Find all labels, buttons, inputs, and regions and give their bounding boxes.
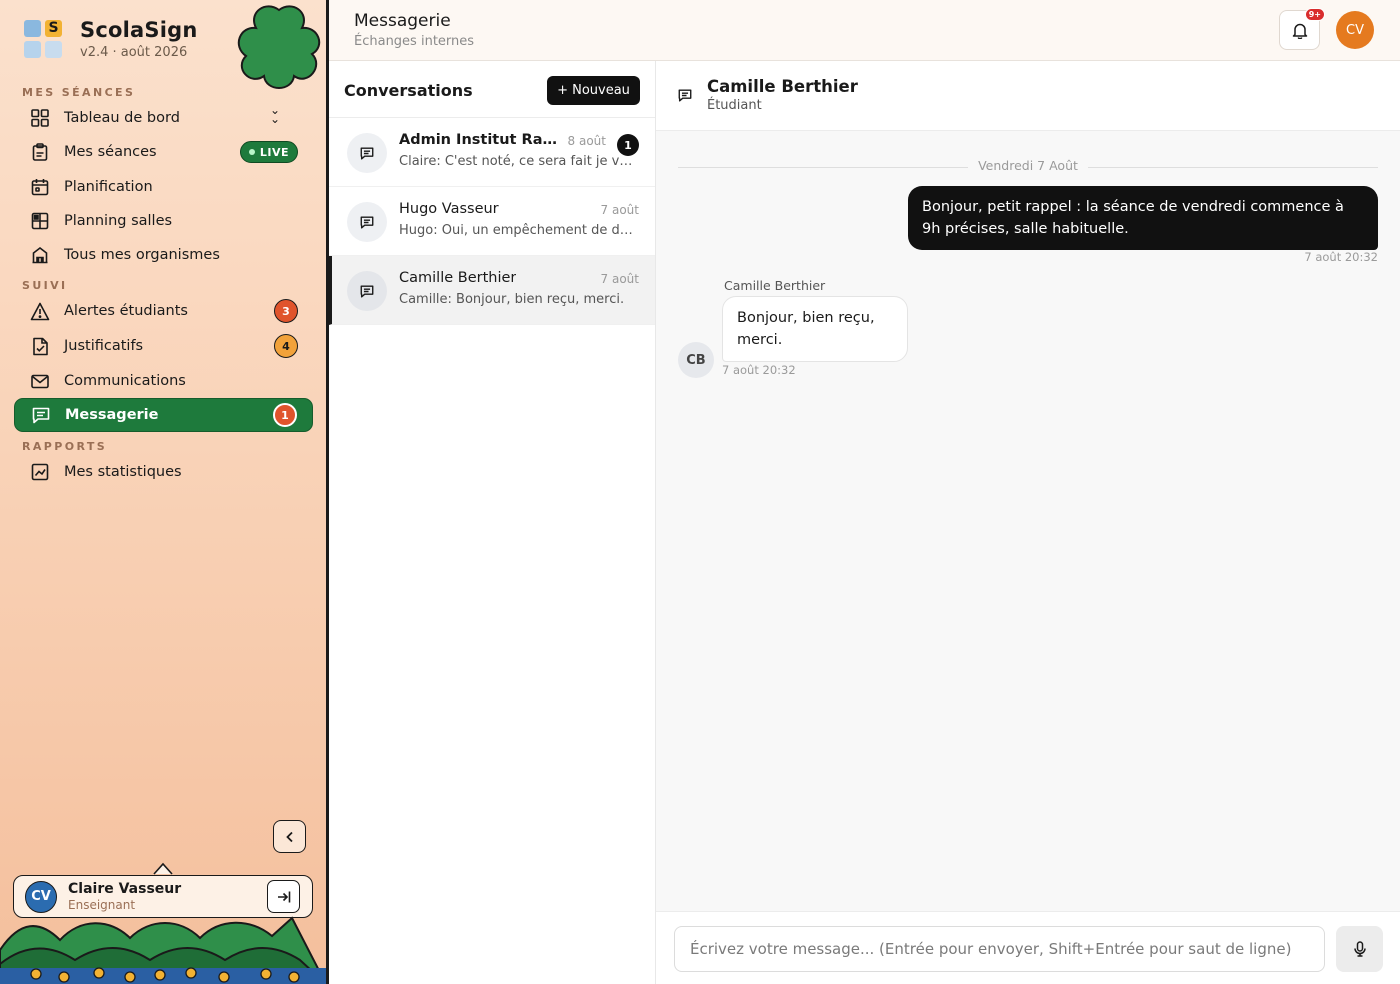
section-label-seances: MES SÉANCES: [22, 86, 136, 99]
alert-triangle-icon: [30, 301, 50, 321]
message-time: 7 août 20:32: [1304, 250, 1378, 264]
messagerie-count-badge: 1: [273, 403, 297, 427]
sidebar-item-communications[interactable]: Communications: [14, 364, 313, 398]
sidebar-item-tous-mes-organismes[interactable]: Tous mes organismes: [14, 238, 313, 272]
mail-icon: [30, 371, 50, 391]
table-grid-icon: [30, 211, 50, 231]
sidebar-item-justificatifs[interactable]: Justificatifs 4: [14, 329, 313, 363]
avatar: CB: [678, 342, 714, 378]
conversations-header: Conversations + Nouveau: [329, 61, 655, 118]
caret-up-icon: [153, 862, 173, 875]
page-subtitle: Échanges internes: [354, 34, 475, 49]
page-title: Messagerie: [354, 11, 451, 31]
logo: S: [24, 20, 64, 60]
conversation-preview: Camille: Bonjour, bien reçu, merci.: [399, 292, 625, 307]
message-composer: [656, 911, 1400, 984]
conversation-date: 7 août: [600, 203, 639, 217]
voice-record-button[interactable]: [1336, 926, 1383, 972]
sidebar-item-mes-seances[interactable]: Mes séances LIVE: [14, 135, 313, 169]
sidebar-item-label: Planning salles: [64, 213, 173, 229]
message-icon: [347, 271, 387, 311]
file-check-icon: [30, 336, 50, 356]
conversations-pane: Conversations + Nouveau Admin Institut R…: [329, 61, 656, 984]
chat-contact-name: Camille Berthier: [707, 77, 858, 96]
brand-version: v2.4 · août 2026: [80, 45, 188, 60]
message-bubble-outgoing: Bonjour, petit rappel : la séance de ven…: [908, 186, 1378, 250]
sidebar-item-mes-statistiques[interactable]: Mes statistiques: [14, 455, 313, 489]
justificatifs-count-badge: 4: [274, 334, 298, 358]
sidebar-item-planification[interactable]: Planification: [14, 170, 313, 204]
sidebar-item-label: Justificatifs: [64, 338, 144, 354]
live-badge: LIVE: [239, 141, 298, 163]
conversation-name: Admin Institut Ravel de Lyon: [399, 132, 561, 148]
brand[interactable]: S ScolaSign v2.4 · août 2026: [24, 18, 197, 60]
conversation-preview: Claire: C'est noté, ce sera fait je vous…: [399, 154, 639, 169]
new-conversation-button[interactable]: + Nouveau: [547, 76, 640, 105]
clover-decoration-icon: [237, 5, 321, 89]
sidebar-item-label: Planification: [64, 179, 153, 195]
message-icon: [678, 87, 692, 106]
sidebar-item-label: Communications: [64, 373, 186, 389]
section-label-suivi: SUIVI: [22, 279, 68, 292]
chat-header: Camille Berthier Étudiant: [656, 61, 1400, 131]
sidebar-item-label: Mes statistiques: [64, 464, 182, 480]
sidebar-item-label: Mes séances: [64, 144, 157, 160]
message-bubble-incoming: Bonjour, bien reçu, merci.: [722, 296, 908, 362]
chart-icon: [30, 462, 50, 482]
logout-icon: [277, 891, 290, 902]
microphone-icon: [1353, 941, 1366, 957]
clipboard-icon: [30, 142, 50, 162]
conversation-date: 7 août: [600, 272, 639, 286]
unread-count-badge: 1: [617, 134, 639, 156]
logout-button[interactable]: [267, 880, 300, 913]
sidebar-item-alertes-etudiants[interactable]: Alertes étudiants 3: [14, 294, 313, 328]
conversation-item[interactable]: Hugo Vasseur 7 août Hugo: Oui, un empêch…: [329, 187, 655, 256]
message-time: 7 août 20:32: [722, 363, 796, 377]
conversation-name: Hugo Vasseur: [399, 201, 499, 217]
chat-contact-role: Étudiant: [707, 98, 762, 113]
sidebar-item-label: Tableau de bord: [64, 110, 180, 126]
sidebar-item-label: Alertes étudiants: [64, 303, 188, 319]
avatar: CV: [25, 880, 57, 913]
sidebar-item-tableau-de-bord[interactable]: Tableau de bord: [14, 101, 313, 135]
notification-count-badge: 9+: [1304, 8, 1325, 21]
conversation-date: 8 août: [567, 134, 606, 148]
notifications-button[interactable]: 9+: [1279, 8, 1325, 50]
landscape-decoration: [0, 916, 326, 984]
chat-pane: Camille Berthier Étudiant Vendredi 7 Aoû…: [656, 61, 1400, 984]
collapse-sidebar-button[interactable]: [273, 820, 306, 853]
building-icon: [30, 245, 50, 265]
topbar: Messagerie Échanges internes 9+ CV: [329, 0, 1400, 61]
alert-count-badge: 3: [274, 299, 298, 323]
message-icon: [347, 133, 387, 173]
bell-icon: [1292, 23, 1307, 39]
sidebar-item-messagerie[interactable]: Messagerie 1: [14, 398, 313, 432]
calendar-icon: [30, 177, 50, 197]
message-sender-name: Camille Berthier: [724, 278, 826, 293]
message-icon: [31, 405, 51, 425]
chevron-left-icon: [285, 831, 293, 842]
sidebar-item-planning-salles[interactable]: Planning salles: [14, 204, 313, 238]
message-icon: [347, 202, 387, 242]
conversations-title: Conversations: [344, 81, 473, 100]
message-input[interactable]: [674, 926, 1325, 972]
conversation-item[interactable]: Admin Institut Ravel de Lyon 8 août 1 Cl…: [329, 118, 655, 187]
day-separator: Vendredi 7 Août: [678, 158, 1378, 178]
brand-name: ScolaSign: [80, 18, 198, 42]
avatar[interactable]: CV: [1336, 11, 1374, 49]
conversation-preview: Hugo: Oui, un empêchement de dernière mi…: [399, 223, 639, 238]
user-name: Claire Vasseur: [68, 881, 182, 897]
sidebar-item-label: Tous mes organismes: [64, 247, 220, 263]
conversation-name: Camille Berthier: [399, 270, 517, 286]
sidebar-item-label: Messagerie: [65, 407, 159, 423]
grid-icon: [30, 108, 50, 128]
sidebar: S ScolaSign v2.4 · août 2026 ⌄ ⌄ MES SÉAN…: [0, 0, 326, 984]
section-label-rapports: RAPPORTS: [22, 440, 108, 453]
conversation-item-selected[interactable]: Camille Berthier 7 août Camille: Bonjour…: [329, 256, 655, 325]
